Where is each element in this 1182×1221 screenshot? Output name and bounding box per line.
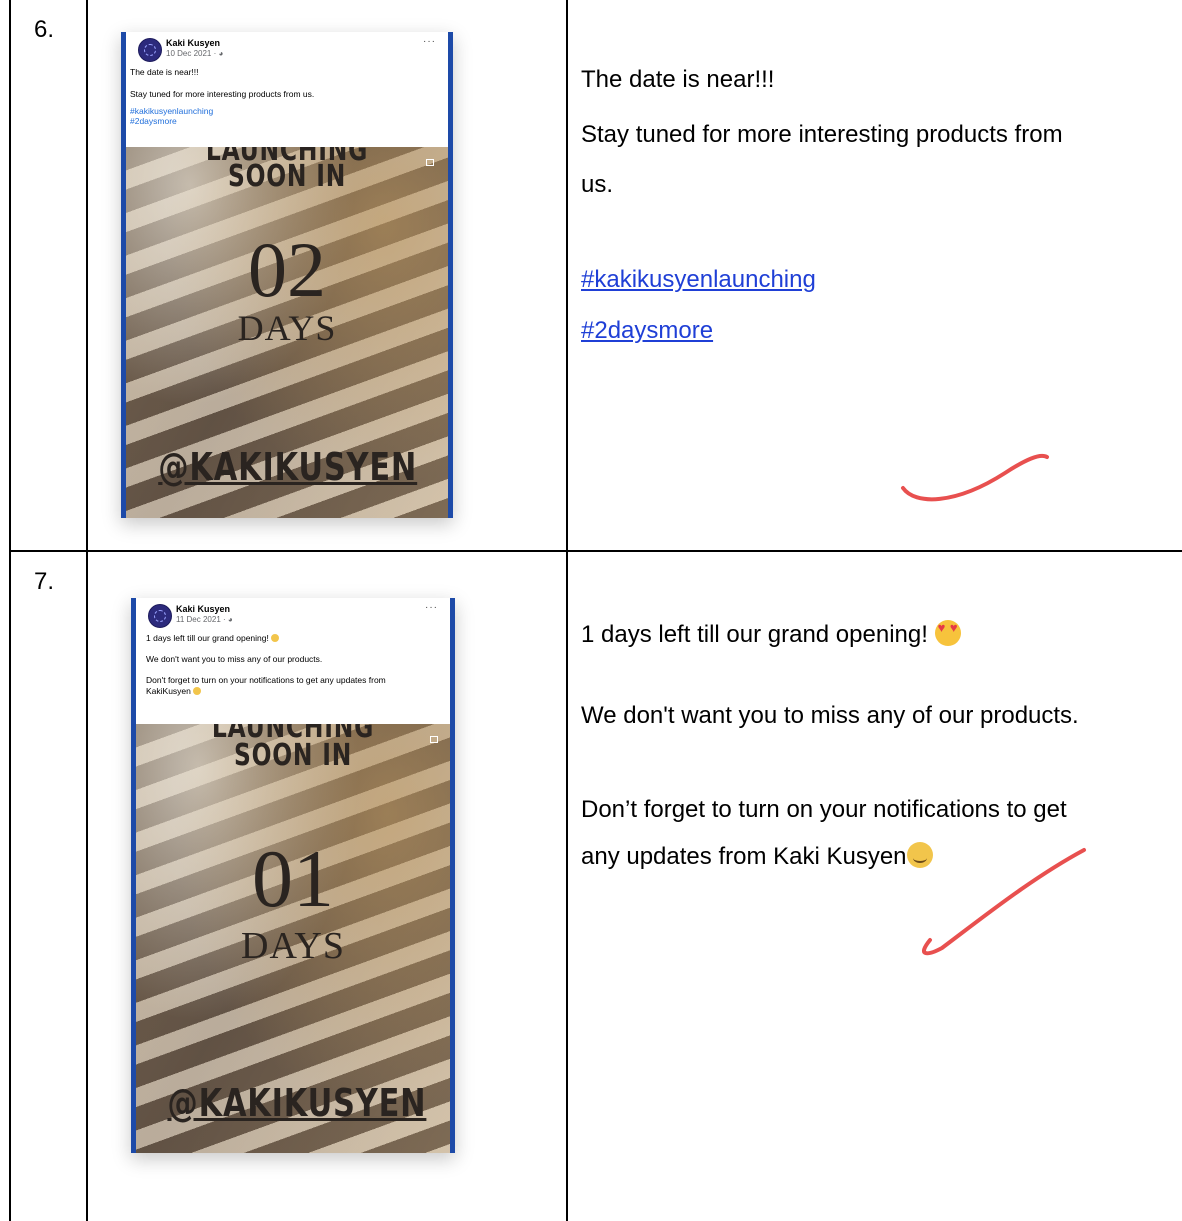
post-author[interactable]: Kaki Kusyen [176,604,230,614]
table-border-col2 [566,0,568,1221]
globe-icon: ◕ [227,615,233,624]
caption-hashtag[interactable]: #2daysmore [581,306,713,356]
row-number: 6. [34,16,55,43]
checkmark-annotation [901,453,1049,502]
post-text-line: We don't want you to miss any of our pro… [146,654,323,664]
poster-handle: @KAKIKUSYEN [167,1081,427,1125]
poster-image[interactable]: LAUNCHING SOON IN 01 DAYS @KAKIKUSYEN [136,724,450,1153]
avatar[interactable] [148,604,172,628]
poster-subtitle: SOON IN [227,159,347,194]
table-border-col1 [86,0,88,1221]
caption-line: We don't want you to miss any of our pro… [581,702,1079,729]
blushing-icon [193,687,202,695]
caption-hashtag[interactable]: #kakikusyenlaunching [581,255,816,305]
poster-image[interactable]: LAUNCHING SOON IN 02 DAYS @KAKIKUSYEN [126,147,448,518]
facebook-post-card[interactable]: Kaki Kusyen 11 Dec 2021 · ◕ ··· 1 days l… [131,598,455,1153]
caption-line: any updates from Kaki Kusyen [581,832,933,882]
post-text-line: Don't forget to turn on your notificatio… [146,675,386,685]
table-border-row-divider [9,550,1182,552]
gallery-icon [430,736,438,743]
caption-line: Stay tuned for more interesting products… [581,121,1063,148]
hashtag-link[interactable]: #kakikusyenlaunching [581,266,816,293]
avatar[interactable] [138,38,162,62]
post-text-line: The date is near!!! [130,67,199,77]
poster-handle: @KAKIKUSYEN [158,445,418,489]
poster-count: 02 [248,226,326,313]
poster-count: 01 [252,833,334,924]
poster-unit: DAYS [241,925,345,967]
table-border-left [9,0,11,1221]
hashtag-link[interactable]: #2daysmore [581,317,713,344]
caption-line: 1 days left till our grand opening! [581,610,961,660]
gallery-icon [426,159,434,166]
post-text-line: Stay tuned for more interesting products… [130,89,315,99]
caption-line: The date is near!!! [581,66,775,93]
poster-subtitle: SOON IN [233,738,353,773]
post-author[interactable]: Kaki Kusyen [166,38,220,48]
row-number: 7. [34,568,55,595]
post-header: Kaki Kusyen 10 Dec 2021 · ◕ ··· The date… [126,32,448,147]
post-date: 11 Dec 2021 · ◕ [176,615,233,624]
poster-unit: DAYS [237,308,337,348]
caption-line: Don’t forget to turn on your notificatio… [581,796,1067,823]
post-text-line: 1 days left till our grand opening! [146,633,436,644]
heart-eyes-emoji-icon [934,620,961,646]
more-options-icon[interactable]: ··· [425,602,438,613]
facebook-post-card[interactable]: Kaki Kusyen 10 Dec 2021 · ◕ ··· The date… [121,32,453,518]
heart-eyes-icon [271,634,280,642]
post-date: 10 Dec 2021 · ◕ [166,49,224,58]
post-text-line: KakiKusyen [146,686,436,697]
caption-line: us. [581,171,614,198]
post-hashtag[interactable]: #kakikusyenlaunching [130,106,314,116]
post-header: Kaki Kusyen 11 Dec 2021 · ◕ ··· 1 days l… [136,598,450,724]
checkmark-annotation [922,848,1086,956]
post-hashtag[interactable]: #2daysmore [130,116,314,126]
more-options-icon[interactable]: ··· [423,36,436,47]
globe-icon: ◕ [218,49,224,58]
